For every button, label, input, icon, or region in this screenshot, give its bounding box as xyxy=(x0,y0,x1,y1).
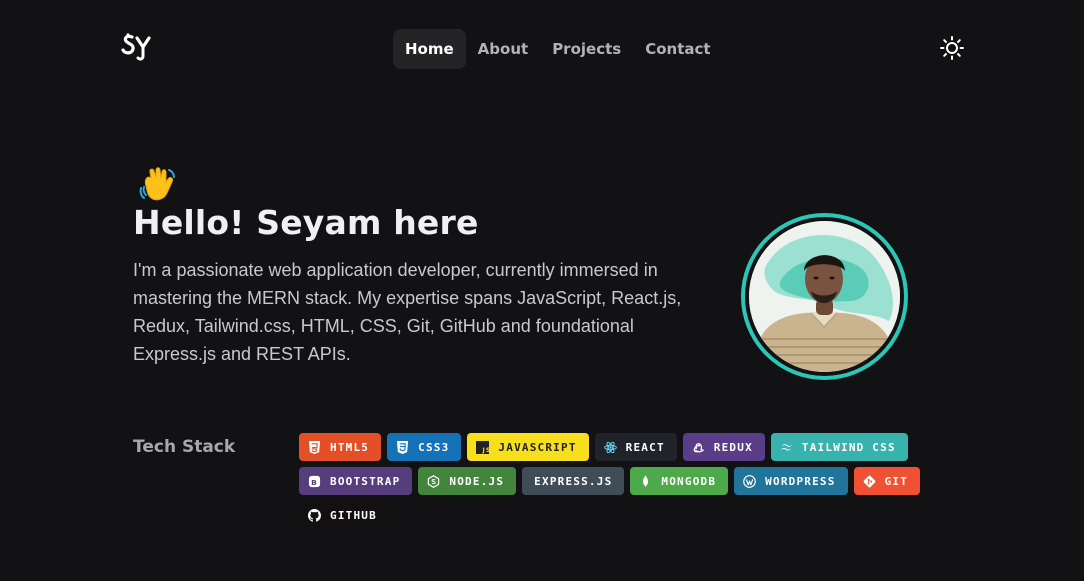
badge-nodejs: NODE.JS xyxy=(418,467,517,495)
badge-label: JAVASCRIPT xyxy=(498,440,577,454)
html5-icon xyxy=(308,440,321,454)
github-icon xyxy=(308,508,321,522)
badge-label: REDUX xyxy=(713,440,753,454)
badge-bootstrap: B BOOTSTRAP xyxy=(299,467,413,495)
svg-text:JS: JS xyxy=(482,447,490,454)
javascript-icon: JS xyxy=(476,440,490,454)
bootstrap-icon: B xyxy=(308,475,321,487)
badge-mongodb: MONGODB xyxy=(630,467,729,495)
mongodb-icon xyxy=(643,474,649,488)
react-icon xyxy=(603,441,617,453)
badge-label: MONGODB xyxy=(661,474,717,488)
badge-tailwind-css: TAILWIND CSS xyxy=(770,433,908,461)
hero-title: Hello! Seyam here xyxy=(133,203,479,242)
badge-javascript: JS JAVASCRIPT xyxy=(467,433,589,461)
badge-css3: CSS3 xyxy=(387,433,462,461)
badge-label: GITHUB xyxy=(330,508,377,522)
nav-home[interactable]: Home xyxy=(393,29,466,69)
badge-redux: REDUX xyxy=(682,433,765,461)
badge-label: WORDPRESS xyxy=(765,474,836,488)
badge-git: GIT xyxy=(853,467,921,495)
badge-wordpress: WORDPRESS xyxy=(734,467,848,495)
badge-label: TAILWIND CSS xyxy=(801,440,896,454)
theme-toggle-button[interactable] xyxy=(939,35,965,61)
badge-label: NODE.JS xyxy=(449,474,505,488)
badge-label: REACT xyxy=(625,440,665,454)
profile-avatar xyxy=(741,213,908,380)
badge-label: CSS3 xyxy=(418,440,450,454)
badge-expressjs: EXPRESS.JS xyxy=(522,467,625,495)
badge-label: BOOTSTRAP xyxy=(330,474,401,488)
nodejs-icon xyxy=(428,474,440,488)
nav-about[interactable]: About xyxy=(466,29,541,69)
badge-label: HTML5 xyxy=(330,440,370,454)
tech-badges: HTML5 CSS3 JS JAVASCRIPT REACT xyxy=(299,433,959,529)
hero-description: I'm a passionate web application develop… xyxy=(133,260,682,364)
badge-html5: HTML5 xyxy=(299,433,382,461)
git-icon xyxy=(863,475,875,487)
main-nav: Home About Projects Contact xyxy=(393,29,723,69)
tech-stack-label: Tech Stack xyxy=(133,437,236,457)
badge-label: GIT xyxy=(884,474,909,488)
wordpress-icon xyxy=(743,474,756,488)
sun-icon xyxy=(940,36,964,60)
nav-projects[interactable]: Projects xyxy=(540,29,633,69)
badge-react: REACT xyxy=(594,433,677,461)
redux-icon xyxy=(693,442,704,452)
sy-logo-icon xyxy=(121,33,151,61)
waving-hand-icon xyxy=(137,166,177,204)
tailwind-icon xyxy=(780,443,792,451)
site-logo[interactable] xyxy=(121,31,155,63)
css3-icon xyxy=(397,440,409,454)
svg-text:B: B xyxy=(311,477,318,486)
badge-label: EXPRESS.JS xyxy=(534,474,613,488)
nav-contact[interactable]: Contact xyxy=(633,29,722,69)
avatar-photo xyxy=(749,221,900,372)
badge-github: GITHUB xyxy=(299,501,389,529)
